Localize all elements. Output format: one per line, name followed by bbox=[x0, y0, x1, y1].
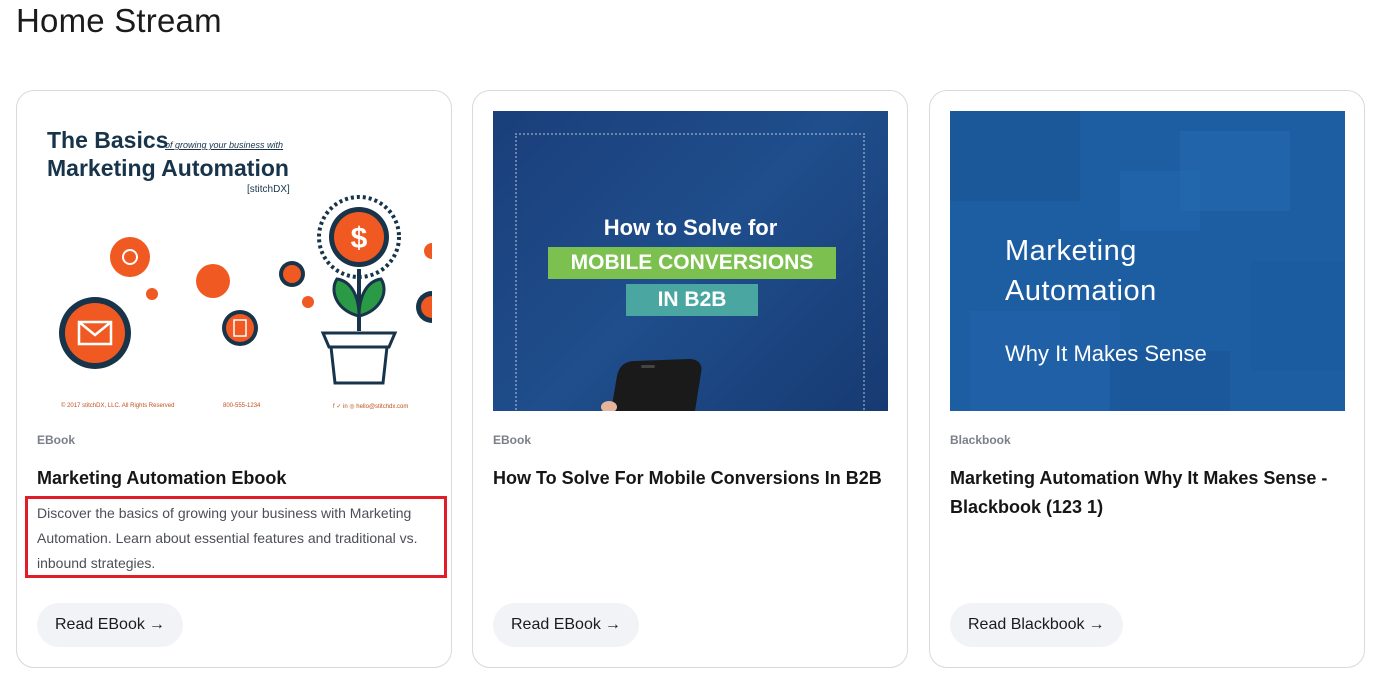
thumb-line2: Automation bbox=[1005, 275, 1157, 307]
card-title[interactable]: How To Solve For Mobile Conversions In B… bbox=[493, 464, 888, 493]
card-thumbnail[interactable]: Marketing Automation Why It Makes Sense bbox=[950, 111, 1345, 411]
thumb-footer-phone: 800-555-1234 bbox=[223, 403, 261, 409]
read-button-label: Read EBook bbox=[55, 616, 145, 633]
card-thumbnail[interactable]: The Basics of growing your business with… bbox=[37, 111, 432, 411]
phone-icon bbox=[611, 359, 702, 411]
card-thumbnail[interactable]: How to Solve for MOBILE CONVERSIONS IN B… bbox=[493, 111, 888, 411]
content-card-marketing-automation-blackbook: Marketing Automation Why It Makes Sense … bbox=[929, 90, 1365, 668]
card-category: EBook bbox=[493, 433, 532, 447]
read-ebook-button[interactable]: Read EBook → bbox=[493, 603, 639, 647]
thumb-line1: Marketing bbox=[1005, 235, 1137, 267]
pot-rim bbox=[320, 331, 398, 349]
read-button-label: Read Blackbook bbox=[968, 616, 1085, 633]
arrow-right-icon: → bbox=[1088, 616, 1105, 633]
leaf-right bbox=[357, 277, 386, 318]
read-ebook-button[interactable]: Read EBook → bbox=[37, 603, 183, 647]
pot-body bbox=[329, 345, 389, 385]
page-title: Home Stream bbox=[16, 2, 222, 39]
card-title[interactable]: Marketing Automation Ebook bbox=[37, 464, 432, 493]
content-card-marketing-automation-ebook: The Basics of growing your business with… bbox=[16, 90, 452, 668]
read-blackbook-button[interactable]: Read Blackbook → bbox=[950, 603, 1123, 647]
phone-illustration bbox=[601, 359, 702, 411]
card-category: Blackbook bbox=[950, 433, 1011, 447]
leaf-left bbox=[332, 277, 361, 318]
highlight-box bbox=[25, 496, 447, 578]
arrow-right-icon: → bbox=[604, 616, 621, 633]
gear-bubble bbox=[110, 237, 150, 277]
thumb-footer-contact: f ✓ in ◎ hello@stitchdx.com bbox=[333, 404, 409, 410]
content-card-mobile-conversions: How to Solve for MOBILE CONVERSIONS IN B… bbox=[472, 90, 908, 668]
card-category: EBook bbox=[37, 433, 76, 447]
document-bubble bbox=[226, 314, 254, 342]
dollar-icon: $ bbox=[351, 222, 368, 255]
thumb-line3: Why It Makes Sense bbox=[1005, 341, 1207, 366]
thumb-footer-copyright: © 2017 stitchDX, LLC. All Rights Reserve… bbox=[61, 403, 175, 409]
arrow-right-icon: → bbox=[148, 616, 165, 633]
thumb-illustration: $ bbox=[59, 195, 432, 385]
read-button-label: Read EBook bbox=[511, 616, 601, 633]
card-title[interactable]: Marketing Automation Why It Makes Sense … bbox=[950, 464, 1345, 522]
